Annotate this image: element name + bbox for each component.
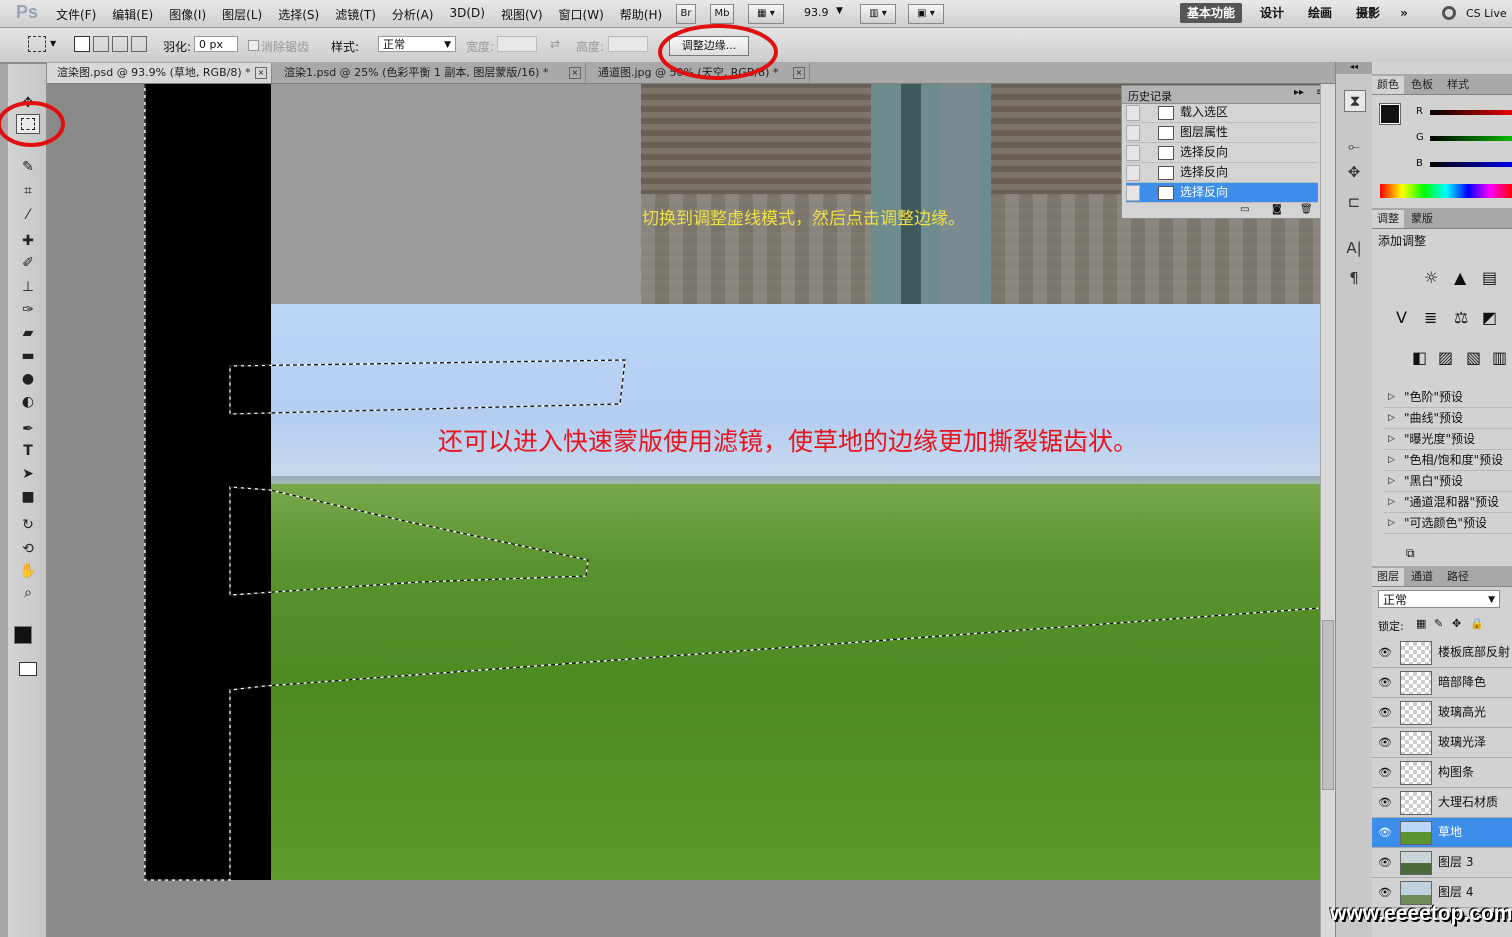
annotation-circles [0, 24, 778, 147]
circle-marquee-tool [0, 101, 65, 147]
watermark: www.eeeetop.com [1330, 902, 1512, 925]
circle-refine-edge [658, 24, 778, 80]
